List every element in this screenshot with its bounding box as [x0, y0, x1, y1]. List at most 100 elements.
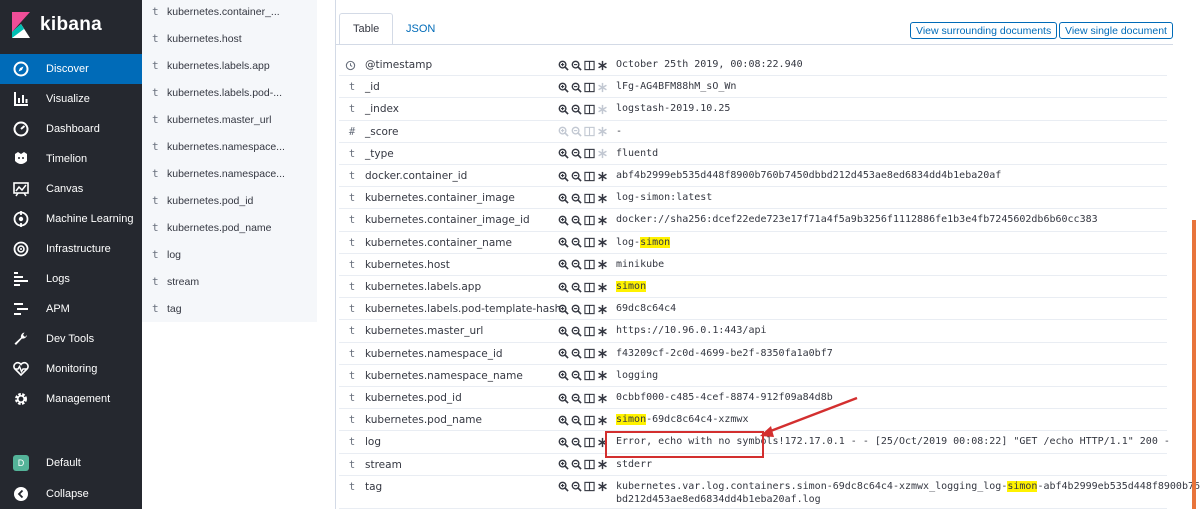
field-list-item[interactable]: t kubernetes.pod_id — [142, 187, 317, 214]
filter-for-value-button[interactable] — [557, 392, 569, 404]
filter-out-value-button[interactable] — [570, 414, 582, 426]
toggle-column-button[interactable] — [583, 348, 595, 360]
filter-for-value-button[interactable] — [557, 214, 569, 226]
nav-item-apm[interactable]: APM — [0, 294, 142, 324]
filter-for-value-button[interactable] — [557, 148, 569, 160]
toggle-column-button[interactable] — [583, 281, 595, 293]
collapse-nav-button[interactable]: Collapse — [0, 479, 142, 509]
filter-exists-button[interactable] — [596, 170, 608, 182]
nav-item-discover[interactable]: Discover — [0, 54, 142, 84]
nav-item-canvas[interactable]: Canvas — [0, 174, 142, 204]
filter-for-value-button[interactable] — [557, 303, 569, 315]
nav-item-management[interactable]: Management — [0, 384, 142, 414]
filter-exists-button[interactable] — [596, 370, 608, 382]
filter-for-value-button[interactable] — [557, 170, 569, 182]
view-single-document-button[interactable]: View single document — [1059, 22, 1173, 39]
toggle-column-button[interactable] — [583, 436, 595, 448]
toggle-column-button[interactable] — [583, 303, 595, 315]
filter-for-value-button[interactable] — [557, 459, 569, 471]
filter-out-value-button[interactable] — [570, 81, 582, 93]
filter-exists-button[interactable] — [596, 414, 608, 426]
nav-item-dashboard[interactable]: Dashboard — [0, 114, 142, 144]
filter-for-value-button[interactable] — [557, 370, 569, 382]
field-list-item[interactable]: t kubernetes.container_... — [142, 0, 317, 25]
nav-item-monitoring[interactable]: Monitoring — [0, 354, 142, 384]
filter-exists-button[interactable] — [596, 103, 608, 115]
filter-out-value-button[interactable] — [570, 370, 582, 382]
filter-exists-button[interactable] — [596, 214, 608, 226]
filter-out-value-button[interactable] — [570, 303, 582, 315]
scrollbar-thumb[interactable] — [1192, 220, 1196, 509]
nav-item-logs[interactable]: Logs — [0, 264, 142, 294]
field-list-item[interactable]: t kubernetes.master_url — [142, 106, 317, 133]
field-list-item[interactable]: t kubernetes.pod_name — [142, 214, 317, 241]
field-list-item[interactable]: t log — [142, 241, 317, 268]
nav-item-timelion[interactable]: Timelion — [0, 144, 142, 174]
toggle-column-button[interactable] — [583, 325, 595, 337]
filter-exists-button[interactable] — [596, 459, 608, 471]
field-list-item[interactable]: t tag — [142, 295, 317, 322]
filter-for-value-button[interactable] — [557, 259, 569, 271]
filter-for-value-button[interactable] — [557, 281, 569, 293]
filter-exists-button[interactable] — [596, 148, 608, 160]
nav-item-visualize[interactable]: Visualize — [0, 84, 142, 114]
toggle-column-button[interactable] — [583, 81, 595, 93]
tab-json[interactable]: JSON — [393, 13, 448, 45]
filter-out-value-button[interactable] — [570, 192, 582, 204]
field-list-item[interactable]: t kubernetes.namespace... — [142, 133, 317, 160]
filter-exists-button[interactable] — [596, 59, 608, 71]
filter-for-value-button[interactable] — [557, 103, 569, 115]
nav-item-machine-learning[interactable]: Machine Learning — [0, 204, 142, 234]
filter-for-value-button[interactable] — [557, 237, 569, 249]
filter-exists-button[interactable] — [596, 303, 608, 315]
filter-exists-button[interactable] — [596, 259, 608, 271]
toggle-column-button[interactable] — [583, 148, 595, 160]
filter-out-value-button[interactable] — [570, 459, 582, 471]
filter-exists-button[interactable] — [596, 192, 608, 204]
filter-out-value-button[interactable] — [570, 148, 582, 160]
filter-exists-button[interactable] — [596, 481, 608, 493]
filter-out-value-button[interactable] — [570, 59, 582, 71]
filter-out-value-button[interactable] — [570, 348, 582, 360]
toggle-column-button[interactable] — [583, 481, 595, 493]
kibana-brand[interactable]: kibana — [0, 0, 142, 50]
field-list-item[interactable]: t kubernetes.host — [142, 25, 317, 52]
filter-for-value-button[interactable] — [557, 81, 569, 93]
filter-for-value-button[interactable] — [557, 436, 569, 448]
filter-for-value-button[interactable] — [557, 325, 569, 337]
toggle-column-button[interactable] — [583, 214, 595, 226]
toggle-column-button[interactable] — [583, 414, 595, 426]
toggle-column-button[interactable] — [583, 392, 595, 404]
field-list-item[interactable]: t kubernetes.labels.app — [142, 52, 317, 79]
field-list-item[interactable]: t kubernetes.labels.pod-... — [142, 79, 317, 106]
toggle-column-button[interactable] — [583, 192, 595, 204]
tab-table[interactable]: Table — [339, 13, 394, 45]
filter-for-value-button[interactable] — [557, 348, 569, 360]
filter-out-value-button[interactable] — [570, 259, 582, 271]
filter-exists-button[interactable] — [596, 392, 608, 404]
nav-item-dev-tools[interactable]: Dev Tools — [0, 324, 142, 354]
filter-for-value-button[interactable] — [557, 481, 569, 493]
filter-out-value-button[interactable] — [570, 103, 582, 115]
filter-exists-button[interactable] — [596, 281, 608, 293]
filter-for-value-button[interactable] — [557, 59, 569, 71]
filter-for-value-button[interactable] — [557, 192, 569, 204]
field-list-item[interactable]: t kubernetes.namespace... — [142, 160, 317, 187]
toggle-column-button[interactable] — [583, 459, 595, 471]
field-list-item[interactable]: t stream — [142, 268, 317, 295]
space-selector[interactable]: D Default — [0, 448, 142, 478]
toggle-column-button[interactable] — [583, 59, 595, 71]
filter-for-value-button[interactable] — [557, 414, 569, 426]
filter-out-value-button[interactable] — [570, 237, 582, 249]
filter-out-value-button[interactable] — [570, 281, 582, 293]
toggle-column-button[interactable] — [583, 370, 595, 382]
toggle-column-button[interactable] — [583, 237, 595, 249]
nav-item-infrastructure[interactable]: Infrastructure — [0, 234, 142, 264]
filter-exists-button[interactable] — [596, 348, 608, 360]
filter-out-value-button[interactable] — [570, 481, 582, 493]
filter-out-value-button[interactable] — [570, 392, 582, 404]
filter-out-value-button[interactable] — [570, 436, 582, 448]
filter-out-value-button[interactable] — [570, 170, 582, 182]
toggle-column-button[interactable] — [583, 259, 595, 271]
toggle-column-button[interactable] — [583, 170, 595, 182]
